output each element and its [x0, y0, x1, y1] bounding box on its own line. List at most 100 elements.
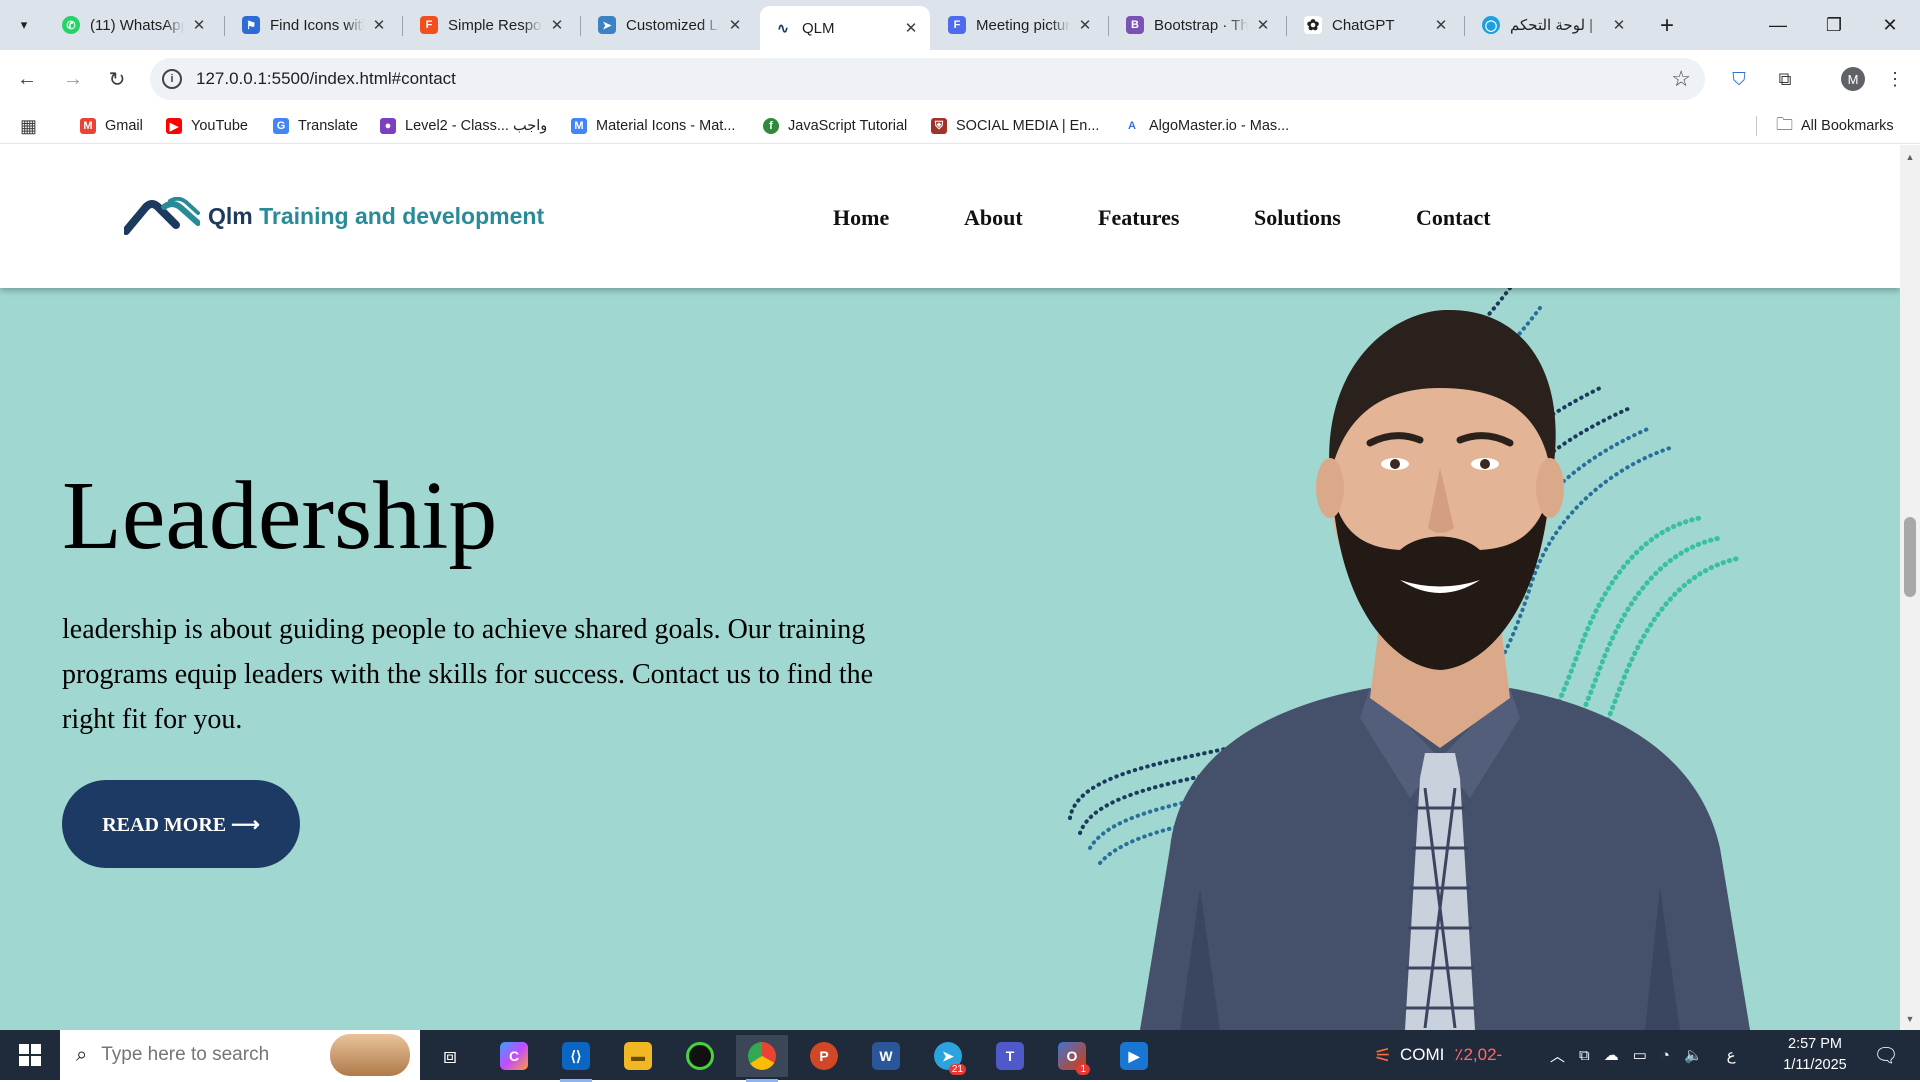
battery-icon[interactable]: ▭ — [1633, 1046, 1647, 1064]
all-bookmarks[interactable]: 🗀 All Bookmarks — [1776, 115, 1894, 137]
task-view-button[interactable]: ⧈ — [424, 1035, 476, 1077]
tab-whatsapp[interactable]: ✆ (11) WhatsApp ✕ — [48, 6, 218, 44]
tab-search-button[interactable]: ▾ — [10, 12, 38, 38]
close-icon[interactable]: ✕ — [1076, 16, 1094, 34]
tab-simple-responsive[interactable]: F Simple Responsive ✕ — [406, 6, 576, 44]
bookmark-youtube[interactable]: ▶ YouTube — [166, 115, 248, 137]
bookmark-material-icons[interactable]: M Material Icons - Mat... — [571, 115, 735, 137]
url-input[interactable] — [196, 69, 1496, 89]
qlm-icon: ∿ — [774, 19, 792, 37]
material-icon: M — [571, 118, 587, 134]
reload-button[interactable]: ↻ — [100, 62, 134, 96]
taskbar-vscode[interactable]: ⟨⟩ — [550, 1035, 602, 1082]
bookmark-gmail[interactable]: M Gmail — [80, 115, 143, 137]
more-vert-icon: ⋮ — [1886, 68, 1904, 89]
menu-button[interactable]: ⋮ — [1878, 62, 1912, 96]
circle-icon: ◯ — [1482, 16, 1500, 34]
back-button[interactable]: ← — [10, 62, 44, 96]
taskbar-teams[interactable]: T — [984, 1035, 1036, 1077]
hero-title: Leadership — [62, 462, 498, 570]
tab-chatgpt[interactable]: ✿ ChatGPT ✕ — [1290, 6, 1460, 44]
tab-qlm[interactable]: ∿ QLM ✕ — [760, 6, 930, 50]
meet-now-icon[interactable]: ⧉ — [1579, 1047, 1590, 1064]
nav-about[interactable]: About — [964, 205, 1023, 231]
tab-find-icons[interactable]: ⚑ Find Icons with ✕ — [228, 6, 398, 44]
close-icon[interactable]: ✕ — [1610, 16, 1628, 34]
bookmark-star-icon[interactable]: ☆ — [1671, 66, 1691, 92]
page-viewport: Qlm Training and development Home About … — [0, 145, 1900, 1030]
volume-icon[interactable]: 🔈 — [1684, 1046, 1703, 1064]
weather-widget[interactable]: ⚟ COMI ٪2,02- — [1374, 1030, 1502, 1080]
new-tab-button[interactable]: + — [1653, 12, 1681, 40]
taskbar-powerpoint[interactable]: P — [798, 1035, 850, 1077]
windows-icon — [19, 1044, 41, 1066]
whatsapp-icon: ✆ — [62, 16, 80, 34]
bookmark-level2[interactable]: ● Level2 - Class... واجب — [380, 115, 547, 137]
clock-time: 2:57 PM — [1788, 1036, 1842, 1052]
hero-description: leadership is about guiding people to ac… — [62, 614, 874, 735]
close-icon[interactable]: ✕ — [548, 16, 566, 34]
tab-meeting-pictures[interactable]: F Meeting pictures ✕ — [934, 6, 1104, 44]
taskbar-chrome[interactable] — [736, 1035, 788, 1082]
taskbar-telegram[interactable]: ➤ 21 — [922, 1035, 974, 1077]
system-clock[interactable]: 2:57 PM 1/11/2025 — [1760, 1034, 1870, 1076]
chart-trend-icon: ⚟ — [1374, 1044, 1392, 1067]
task-view-icon: ⧈ — [443, 1043, 457, 1068]
language-indicator[interactable]: ع — [1727, 1046, 1736, 1064]
close-icon[interactable]: ✕ — [1254, 16, 1272, 34]
restore-button[interactable]: ❐ — [1806, 0, 1862, 50]
tab-dashboard[interactable]: ◯ لوحة التحكم | ✕ — [1468, 6, 1638, 44]
scroll-down-icon[interactable]: ▼ — [1902, 1012, 1918, 1026]
extensions-button[interactable]: ⧉ — [1768, 62, 1802, 96]
close-window-button[interactable]: ✕ — [1862, 0, 1918, 50]
scrollbar-thumb[interactable] — [1904, 517, 1916, 597]
close-icon[interactable]: ✕ — [370, 16, 388, 34]
forms-icon: F — [948, 16, 966, 34]
tab-customized-login[interactable]: ➤ Customized Login ✕ — [584, 6, 754, 44]
apps-button[interactable]: ▦ — [20, 115, 37, 137]
taskbar-office[interactable]: O 1 — [1046, 1035, 1098, 1077]
bookmark-javascript[interactable]: f JavaScript Tutorial — [763, 115, 907, 137]
extension-shield-button[interactable]: ⛉ — [1722, 62, 1756, 96]
taskbar-search[interactable]: ⌕ — [60, 1030, 420, 1080]
tab-bootstrap[interactable]: B Bootstrap · The ✕ — [1112, 6, 1282, 44]
profile-button[interactable]: M — [1836, 62, 1870, 96]
cloud-icon[interactable]: ☁ — [1604, 1046, 1619, 1064]
minimize-button[interactable]: — — [1750, 0, 1806, 50]
taskbar-search-input[interactable] — [101, 1044, 302, 1066]
scroll-up-icon[interactable]: ▲ — [1902, 150, 1918, 164]
taskbar-word[interactable]: W — [860, 1035, 912, 1077]
wifi-icon[interactable]: ◔ — [1661, 1047, 1670, 1064]
notifications-button[interactable]: 🗨 — [1866, 1030, 1906, 1080]
teams-badge: 1 — [1076, 1064, 1090, 1075]
nav-features[interactable]: Features — [1098, 205, 1179, 231]
close-icon[interactable]: ✕ — [190, 16, 208, 34]
bookmark-algomaster[interactable]: A AlgoMaster.io - Mas... — [1124, 115, 1289, 137]
plus-icon: + — [1659, 12, 1674, 39]
crest-icon: ⛨ — [931, 118, 947, 134]
site-logo[interactable]: Qlm Training and development — [124, 197, 544, 235]
info-icon[interactable]: i — [162, 69, 182, 89]
close-icon[interactable]: ✕ — [726, 16, 744, 34]
start-button[interactable] — [0, 1030, 60, 1080]
read-more-button[interactable]: READ MORE ⟶ — [62, 780, 300, 868]
notification-icon: 🗨 — [1873, 1044, 1899, 1067]
bookmark-social-media[interactable]: ⛨ SOCIAL MEDIA | En... — [931, 115, 1099, 137]
chevron-down-icon: ▾ — [20, 17, 28, 32]
taskbar-media-player[interactable]: ▶ — [1108, 1035, 1160, 1077]
close-icon[interactable]: ✕ — [1432, 16, 1450, 34]
taskbar-app-ring[interactable] — [674, 1035, 726, 1077]
word-icon: W — [872, 1042, 900, 1070]
search-icon: ⌕ — [76, 1043, 88, 1066]
close-icon[interactable]: ✕ — [902, 19, 920, 37]
nav-contact[interactable]: Contact — [1416, 205, 1491, 231]
chevron-up-icon[interactable]: ︿ — [1550, 1045, 1565, 1066]
clock-date: 1/11/2025 — [1783, 1057, 1847, 1073]
bookmark-translate[interactable]: G Translate — [273, 115, 358, 137]
nav-solutions[interactable]: Solutions — [1254, 205, 1341, 231]
nav-home[interactable]: Home — [833, 205, 889, 231]
forward-button[interactable]: → — [56, 62, 90, 96]
address-bar[interactable]: i ☆ — [150, 58, 1705, 100]
taskbar-file-explorer[interactable]: ▬ — [612, 1035, 664, 1077]
taskbar-copilot[interactable]: C — [488, 1035, 540, 1077]
